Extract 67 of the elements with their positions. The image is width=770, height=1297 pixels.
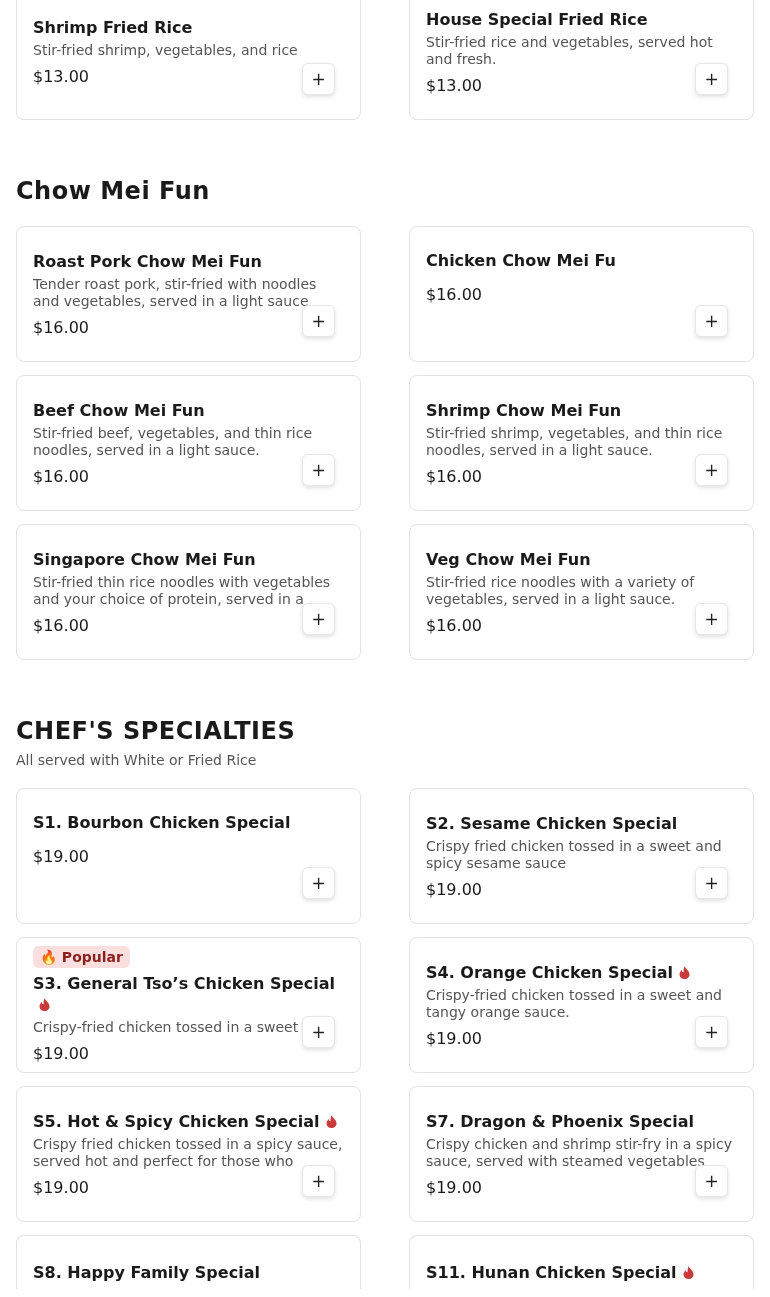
add-button[interactable]: + — [302, 603, 335, 635]
menu-item-card[interactable]: Shrimp Chow Mei Fun Stir-fried shrimp, vegetables, and thin rice noodles, served in a light sauce. $16.00 + — [409, 375, 754, 511]
item-name: Chicken Chow Mei Fu — [426, 250, 617, 271]
item-price: $19.00 — [426, 1177, 482, 1198]
menu-item-card[interactable]: 🔥 Popular S3. General Tso’s Chicken Special Crispy-fried chicken tossed in a sweet $19.00 + — [16, 937, 361, 1073]
menu-item-card[interactable]: Chicken Chow Mei Fu $16.00 + — [409, 226, 754, 362]
add-button[interactable]: + — [302, 454, 335, 486]
add-button[interactable]: + — [695, 603, 728, 635]
item-name: S4. Orange Chicken Special — [426, 962, 674, 982]
item-price: $16.00 — [33, 466, 89, 487]
item-price: $16.00 — [33, 615, 89, 636]
menu-item-card[interactable]: Roast Pork Chow Mei Fun Tender roast pork, stir-fried with noodles and vegetables, served in a light sauce $16.00 + — [16, 226, 361, 362]
popular-badge: 🔥 Popular — [33, 946, 130, 968]
add-button[interactable]: + — [302, 867, 335, 899]
menu-item-card[interactable]: House Special Fried Rice Stir-fried rice and vegetables, served hot and fresh. $13.00 + — [409, 0, 754, 120]
item-name: S7. Dragon & Phoenix Special — [426, 1110, 695, 1132]
item-name: Roast Pork Chow Mei Fun — [33, 250, 263, 272]
item-price: $16.00 — [426, 615, 482, 636]
item-description: Crispy-fried chicken tossed in a sweet — [33, 1019, 299, 1036]
menu-item-card[interactable]: S2. Sesame Chicken Special Crispy fried chicken tossed in a sweet and spicy sesame sauce $19.00 + — [409, 788, 754, 924]
menu-item-card[interactable]: S7. Dragon & Phoenix Special Crispy chicken and shrimp stir-fry in a spicy sauce, served with steamed vegetables $19.00 + — [409, 1086, 754, 1222]
item-price: $13.00 — [426, 75, 482, 96]
add-button[interactable]: + — [302, 63, 335, 95]
menu-item-card[interactable]: Shrimp Fried Rice Stir-fried shrimp, vegetables, and rice $13.00 + — [16, 0, 361, 120]
menu-item-card[interactable]: S1. Bourbon Chicken Special $19.00 + — [16, 788, 361, 924]
item-name: Shrimp Chow Mei Fun — [426, 399, 623, 421]
menu-item-card[interactable]: Veg Chow Mei Fun Stir-fried rice noodles with a variety of vegetables, served in a light sauce. $16.00 + — [409, 524, 754, 660]
item-name: S11. Hunan Chicken Special — [426, 1263, 677, 1282]
add-button[interactable]: + — [695, 1165, 728, 1197]
item-price: $19.00 — [33, 1044, 89, 1064]
item-price: $19.00 — [426, 879, 482, 900]
item-name: Singapore Chow Mei Fun — [33, 548, 257, 570]
item-price: $19.00 — [33, 847, 89, 867]
item-name: Veg Chow Mei Fun — [426, 548, 592, 570]
item-name: S2. Sesame Chicken Special — [426, 812, 679, 834]
add-button[interactable]: + — [302, 1165, 335, 1197]
menu-item-card[interactable]: S11. Hunan Chicken Special — [409, 1235, 754, 1289]
item-price: $19.00 — [33, 1177, 89, 1198]
item-price: $16.00 — [426, 285, 482, 305]
item-name: S8. Happy Family Special — [33, 1262, 261, 1283]
section-heading: CHEF'S SPECIALTIES — [16, 716, 297, 746]
item-price: $19.00 — [426, 1028, 482, 1049]
menu-item-card[interactable]: S8. Happy Family Special — [16, 1235, 361, 1289]
item-price: $13.00 — [33, 67, 89, 87]
item-name: Shrimp Fried Rice — [33, 17, 194, 38]
menu-item-card[interactable]: Beef Chow Mei Fun Stir-fried beef, vegetables, and thin rice noodles, served in a light sauce. $16.00 + — [16, 375, 361, 511]
menu-item-card[interactable]: Singapore Chow Mei Fun Stir-fried thin rice noodles with vegetables and your choice of protein, served in a $16.00 + — [16, 524, 361, 660]
item-description: Stir-fried shrimp, vegetables, and rice — [33, 42, 298, 59]
item-price: $16.00 — [33, 317, 89, 338]
item-description: Stir-fried rice noodles with a variety of vegetables, served in a light sauce. — [426, 573, 696, 608]
add-button[interactable]: + — [302, 1016, 335, 1048]
item-name: Beef Chow Mei Fun — [33, 399, 206, 421]
item-price: $16.00 — [426, 466, 482, 487]
add-button[interactable]: + — [302, 305, 335, 337]
add-button[interactable]: + — [695, 867, 728, 899]
add-button[interactable]: + — [695, 1016, 728, 1048]
add-button[interactable]: + — [695, 63, 728, 95]
item-name: S1. Bourbon Chicken Special — [33, 812, 292, 833]
menu-item-card[interactable]: S4. Orange Chicken Special Crispy-fried chicken tossed in a sweet and tangy orange sauce. $19.00 + — [409, 937, 754, 1073]
item-name: House Special Fried Rice — [426, 8, 649, 30]
section-heading: Chow Mei Fun — [16, 176, 211, 206]
item-name: S3. General Tso’s Chicken Special — [33, 974, 335, 993]
add-button[interactable]: + — [695, 305, 728, 337]
section-subtitle: All served with White or Fried Rice — [16, 752, 258, 768]
add-button[interactable]: + — [695, 454, 728, 486]
menu-item-card[interactable]: S5. Hot & Spicy Chicken Special Crispy fried chicken tossed in a spicy sauce, served hot and perfect for those who $19.00 + — [16, 1086, 361, 1222]
item-name: S5. Hot & Spicy Chicken Special — [33, 1111, 320, 1131]
